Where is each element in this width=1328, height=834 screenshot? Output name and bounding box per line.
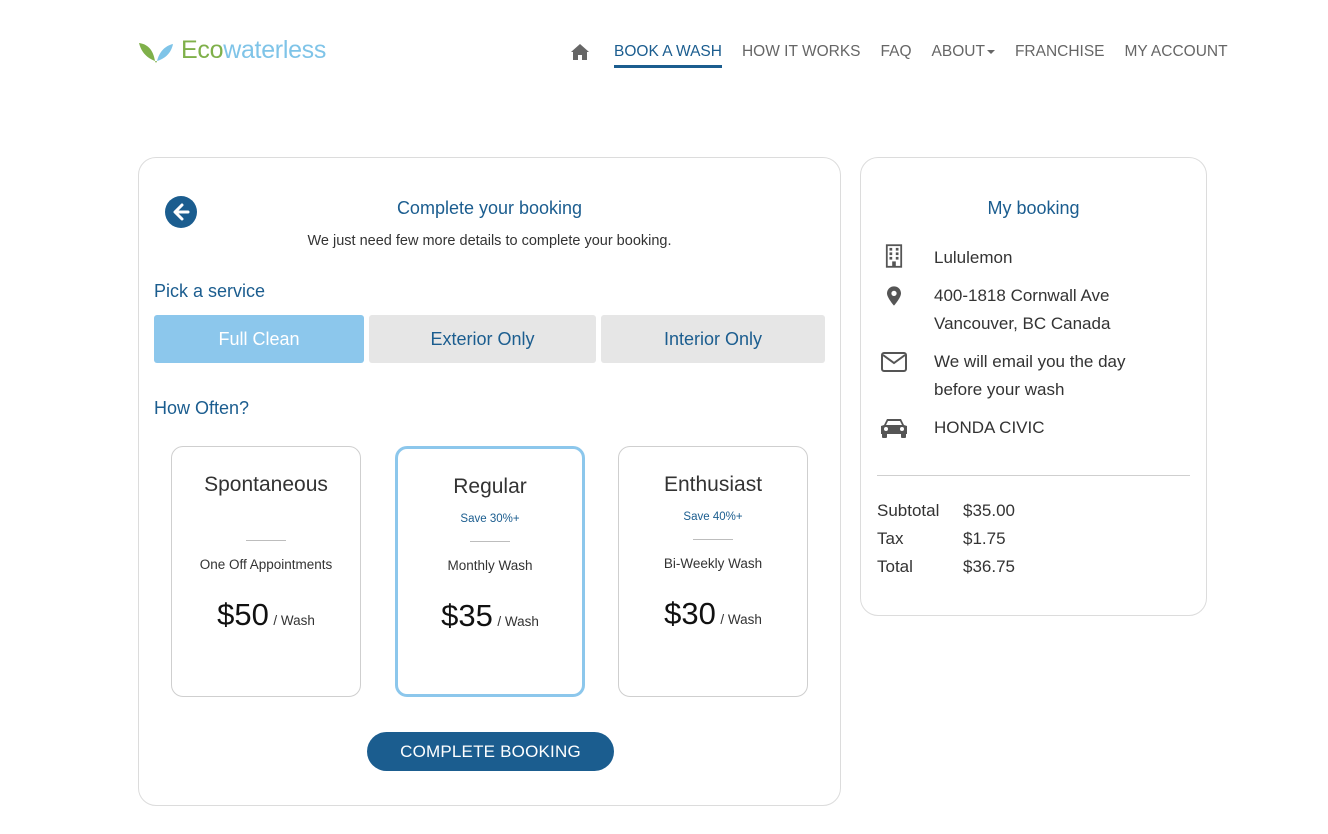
email-row: We will email you the day before your wa… [877,348,1196,404]
totals: Subtotal $35.00 Tax $1.75 Total $36.75 [877,497,1015,581]
my-booking-title: My booking [987,198,1080,218]
complete-booking-button[interactable]: COMPLETE BOOKING [367,732,614,771]
car-icon [877,414,911,438]
price-unit: / Wash [720,612,762,627]
address-line1: 400-1818 Cornwall Ave [934,286,1110,305]
nav-about[interactable]: ABOUT [932,43,995,61]
plan-description: Bi-Weekly Wash [663,556,763,571]
plan-divider [693,539,733,540]
plan-save-badge: Save 40%+ [683,511,743,523]
plan-save-badge: Save 30%+ [460,513,520,525]
address-line2: Vancouver, BC Canada [934,314,1111,333]
plan-divider [470,541,510,542]
home-icon[interactable] [570,42,592,62]
nav-franchise[interactable]: FRANCHISE [1015,43,1105,61]
plan-price: $50 / Wash [172,597,360,633]
nav-book-a-wash[interactable]: BOOK A WASH [614,43,722,68]
service-exterior-only-button[interactable]: Exterior Only [369,315,596,363]
service-interior-only-button[interactable]: Interior Only [601,315,825,363]
plan-name: Regular [453,475,527,498]
logo-eco: Eco [181,36,224,64]
price-amount: $50 [217,597,269,632]
plan-card-enthusiast[interactable]: Enthusiast Save 40%+ Bi-Weekly Wash $30 … [618,446,808,697]
price-unit: / Wash [497,614,539,629]
pick-service-label: Pick a service [154,281,266,301]
subtotal-value: $35.00 [963,501,1015,520]
email-note-line2: before your wash [934,380,1065,399]
subtotal-row: Subtotal $35.00 [877,497,1015,525]
plan-name: Spontaneous [204,473,328,496]
location-row: Lululemon [877,244,1196,272]
plan-card-regular[interactable]: Regular Save 30%+ Monthly Wash $35 / Was… [395,446,585,697]
vehicle-row: HONDA CIVIC [877,414,1196,442]
nav-how-it-works[interactable]: HOW IT WORKS [742,43,861,61]
total-value: $36.75 [963,557,1015,576]
caret-down-icon [986,49,995,54]
price-amount: $35 [441,598,493,633]
location-name: Lululemon [934,248,1013,267]
leaf-icon [139,42,173,63]
main-nav: BOOK A WASH HOW IT WORKS FAQ ABOUT FRANC… [570,40,1248,68]
booking-subtitle: We just need few more details to complet… [307,233,672,249]
price-unit: / Wash [273,613,315,628]
tax-row: Tax $1.75 [877,525,1015,553]
email-note: We will email you the day before your wa… [934,348,1126,404]
booking-card: Complete your booking We just need few m… [138,157,841,806]
plan-name: Enthusiast [663,473,763,496]
subtotal-label: Subtotal [877,501,940,520]
email-note-line1: We will email you the day [934,352,1126,371]
building-icon [877,244,911,268]
plan-divider [246,540,286,541]
nav-about-label: ABOUT [931,43,985,60]
booking-title: Complete your booking [396,198,583,218]
price-amount: $30 [664,596,716,631]
nav-my-account[interactable]: MY ACCOUNT [1125,43,1228,61]
logo-waterless: waterless [223,36,327,64]
nav-faq[interactable]: FAQ [881,43,912,61]
envelope-icon [877,348,911,372]
address-row: 400-1818 Cornwall Ave Vancouver, BC Cana… [877,282,1196,338]
summary-divider [877,475,1190,476]
total-row: Total $36.75 [877,553,1015,581]
plan-price: $35 / Wash [398,598,582,634]
plan-description: One Off Appointments [199,557,333,572]
my-booking-card: My booking Lululemon 400-1818 Cornwall A… [860,157,1207,616]
address: 400-1818 Cornwall Ave Vancouver, BC Cana… [934,282,1110,338]
service-full-clean-button[interactable]: Full Clean [154,315,364,363]
tax-value: $1.75 [963,529,1006,548]
plan-price: $30 / Wash [619,596,807,632]
tax-label: Tax [877,529,904,548]
logo[interactable]: Ecowaterless [138,36,326,65]
how-often-label: How Often? [154,398,250,418]
plan-card-spontaneous[interactable]: Spontaneous One Off Appointments $50 / W… [171,446,361,697]
plan-description: Monthly Wash [447,558,533,573]
map-pin-icon [877,282,911,306]
total-label: Total [877,557,913,576]
vehicle-name: HONDA CIVIC [934,418,1045,437]
